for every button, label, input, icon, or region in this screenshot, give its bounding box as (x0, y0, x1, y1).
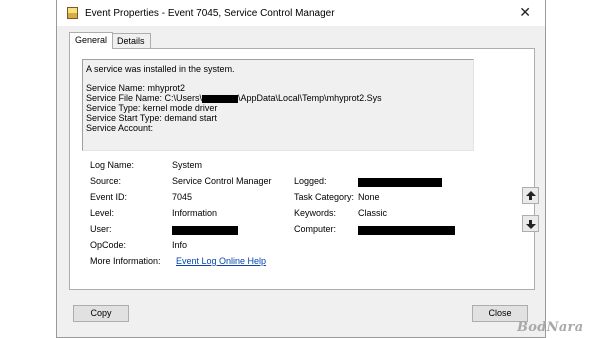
window-title: Event Properties - Event 7045, Service C… (85, 8, 335, 19)
arrow-down-icon (526, 224, 536, 229)
level-label: Level: (90, 208, 115, 218)
more-information-label: More Information: (90, 256, 161, 266)
task-category-label: Task Category: (294, 192, 355, 202)
title-bar: Event Properties - Event 7045, Service C… (57, 0, 545, 26)
service-name-line: Service Name: mhyprot2 (86, 83, 186, 93)
event-id-label: Event ID: (90, 192, 128, 202)
redacted-username (202, 94, 239, 103)
log-name-label: Log Name: (90, 160, 135, 170)
close-window-button[interactable]: ✕ (519, 4, 531, 20)
watermark-logo: BodNara (517, 320, 584, 335)
copy-button[interactable]: Copy (73, 305, 129, 322)
general-panel: A service was installed in the system. S… (69, 48, 539, 290)
redacted-computer-value (358, 226, 455, 235)
redacted-logged-value (358, 178, 442, 187)
service-type-line: Service Type: kernel mode driver (86, 103, 218, 113)
redacted-user-value (172, 226, 238, 235)
next-event-button[interactable] (522, 215, 539, 232)
event-viewer-icon (67, 7, 78, 19)
previous-event-button[interactable] (522, 187, 539, 204)
description-text: A service was installed in the system. (86, 64, 235, 74)
level-value: Information (172, 208, 218, 218)
service-start-type-line: Service Start Type: demand start (86, 113, 217, 123)
computer-label: Computer: (294, 224, 337, 234)
service-file-name-line: Service File Name: C:\Users\ \AppData\Loc… (86, 93, 470, 103)
file-name-prefix: Service File Name: C:\Users\ (86, 93, 203, 103)
tab-details[interactable]: Details (111, 33, 151, 48)
keywords-value: Classic (358, 208, 388, 218)
user-label: User: (90, 224, 112, 234)
tab-general[interactable]: General (69, 32, 114, 49)
opcode-label: OpCode: (90, 240, 127, 250)
opcode-value: Info (172, 240, 188, 250)
logged-label: Logged: (294, 176, 327, 186)
event-id-value: 7045 (172, 192, 193, 202)
source-value: Service Control Manager (172, 176, 272, 186)
log-name-value: System (172, 160, 203, 170)
source-label: Source: (90, 176, 122, 186)
keywords-label: Keywords: (294, 208, 337, 218)
file-name-suffix: \AppData\Local\Temp\mhyprot2.Sys (238, 93, 382, 103)
task-category-value: None (358, 192, 380, 202)
event-description[interactable]: A service was installed in the system. S… (82, 59, 474, 151)
event-properties-window: Event Properties - Event 7045, Service C… (56, 0, 546, 338)
event-log-online-help-link[interactable]: Event Log Online Help (176, 256, 266, 267)
service-account-line: Service Account: (86, 123, 154, 133)
